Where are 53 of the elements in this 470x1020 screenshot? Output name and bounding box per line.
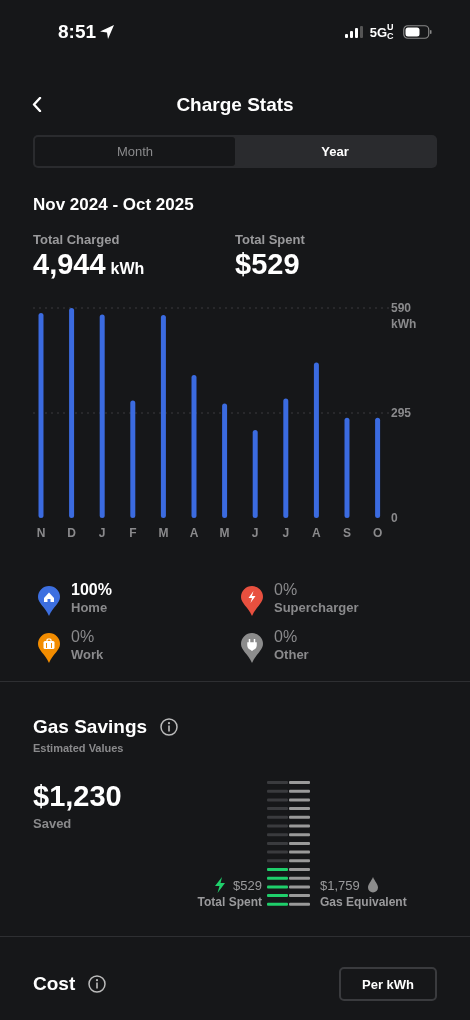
axis-label: D (66, 526, 77, 540)
axis-label: J (250, 526, 260, 540)
info-icon (160, 718, 179, 736)
stat-label: Total Charged (33, 232, 121, 247)
back-button[interactable] (30, 95, 44, 114)
stat-value: $529 (235, 248, 300, 281)
axis-label: 0 (391, 510, 399, 526)
spent-value: $529 (233, 877, 262, 893)
section-title: Gas Savings (33, 716, 148, 738)
axis-label: 590 (391, 300, 413, 316)
gas-label: Gas Equivalent (320, 895, 407, 909)
percentage: 100% (71, 581, 112, 599)
signal-icon (344, 26, 363, 38)
date-range: Nov 2024 - Oct 2025 (33, 195, 195, 215)
page-title: Charge Stats (176, 94, 294, 116)
clock-time: 8:51 (58, 21, 97, 43)
legend-label: Other (274, 647, 309, 662)
section-subtitle: Estimated Values (33, 742, 125, 754)
axis-label: 295 (391, 405, 413, 421)
savings-amount: $1,230 (33, 780, 123, 813)
battery-icon (403, 25, 432, 39)
axis-label: F (128, 526, 138, 540)
axis-label: N (35, 526, 47, 540)
section-title: Cost (33, 973, 76, 995)
stat-label: Total Spent (235, 232, 306, 247)
lightning-icon (215, 877, 226, 893)
legend-label: Home (71, 600, 109, 615)
axis-label: A (311, 526, 322, 540)
axis-label: M (218, 526, 231, 540)
axis-label: O (371, 526, 384, 540)
spent-label: Total Spent (197, 895, 262, 909)
network-label: 5G (369, 24, 387, 40)
stat-value: 4,944 (33, 248, 106, 281)
stat-unit: kWh (110, 260, 145, 278)
info-icon (88, 975, 107, 993)
network-type-label: UC (387, 23, 395, 41)
per-kwh-button[interactable]: Per kWh (339, 967, 437, 1001)
tab[interactable]: Month (35, 137, 235, 166)
savings-label: Saved (33, 816, 73, 831)
axis-label: S (342, 526, 352, 540)
percentage: 0% (71, 628, 96, 646)
axis-label: J (281, 526, 291, 540)
percentage: 0% (274, 581, 299, 599)
axis-label: A (188, 526, 200, 540)
axis-label: J (97, 526, 107, 540)
drop-icon (367, 877, 378, 893)
gas-value: $1,759 (320, 877, 360, 893)
legend-label: Work (71, 647, 104, 662)
axis-unit: kWh (391, 316, 418, 332)
percentage: 0% (274, 628, 299, 646)
location-arrow-icon (99, 24, 116, 40)
legend-label: Supercharger (274, 600, 359, 615)
axis-label: M (157, 526, 170, 540)
